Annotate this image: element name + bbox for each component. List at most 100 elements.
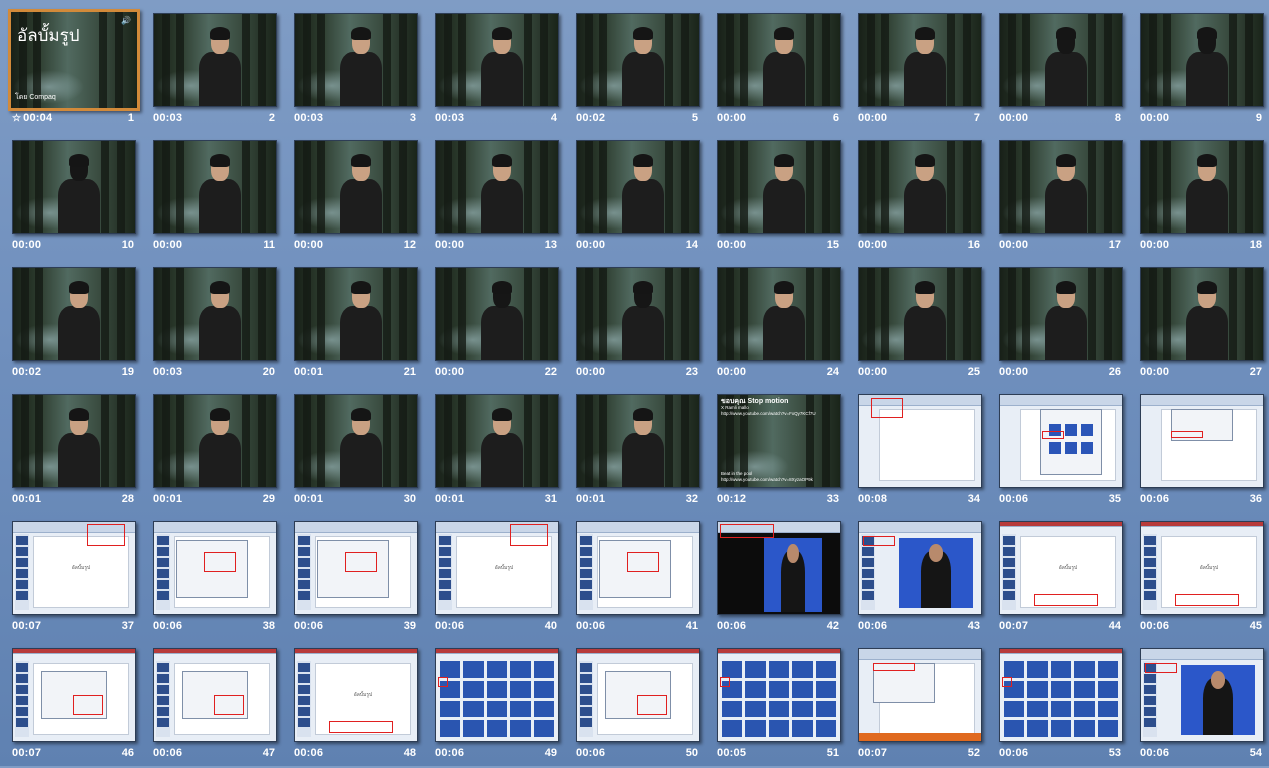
- slide-thumbnail[interactable]: 00:06 43: [858, 521, 999, 641]
- slide-thumbnail[interactable]: 00:00 27: [1140, 267, 1269, 387]
- slide-thumbnail[interactable]: 00:01 28: [12, 394, 153, 514]
- slide-thumbnail[interactable]: 00:00 13: [435, 140, 576, 260]
- slide-preview[interactable]: อัลบั้มรูป: [153, 521, 277, 615]
- slide-preview[interactable]: [435, 140, 559, 234]
- slide-thumbnail[interactable]: 00:06 42: [717, 521, 858, 641]
- slide-thumbnail[interactable]: 00:00 23: [576, 267, 717, 387]
- slide-preview[interactable]: อัลบั้มรูป: [12, 521, 136, 615]
- slide-preview[interactable]: [153, 394, 277, 488]
- slide-preview[interactable]: [12, 394, 136, 488]
- slide-preview[interactable]: [858, 267, 982, 361]
- slide-thumbnail[interactable]: 00:00 12: [294, 140, 435, 260]
- slide-thumbnail[interactable]: 00:02 5: [576, 13, 717, 133]
- slide-thumbnail[interactable]: 00:00 22: [435, 267, 576, 387]
- slide-preview[interactable]: [153, 267, 277, 361]
- slide-thumbnail[interactable]: 00:03 3: [294, 13, 435, 133]
- slide-preview[interactable]: [435, 267, 559, 361]
- slide-preview[interactable]: [717, 140, 841, 234]
- slide-thumbnail[interactable]: 00:06 36: [1140, 394, 1269, 514]
- slide-preview[interactable]: อัลบั้มรูป: [999, 521, 1123, 615]
- slide-preview[interactable]: [576, 648, 700, 742]
- slide-preview[interactable]: [717, 521, 841, 615]
- slide-thumbnail[interactable]: 00:06 47: [153, 648, 294, 768]
- slide-preview[interactable]: [12, 267, 136, 361]
- slide-preview[interactable]: [1140, 394, 1264, 488]
- slide-preview[interactable]: [999, 13, 1123, 107]
- slide-thumbnail[interactable]: อัลบั้มรูป โดย Compaq 🔊 ☆ 00:04 1: [8, 9, 153, 133]
- slide-thumbnail[interactable]: อัลบั้มรูป 00:06 40: [435, 521, 576, 641]
- slide-preview[interactable]: [858, 521, 982, 615]
- slide-thumbnail[interactable]: 00:01 30: [294, 394, 435, 514]
- slide-thumbnail[interactable]: 00:03 4: [435, 13, 576, 133]
- slide-preview[interactable]: อัลบั้มรูป: [294, 648, 418, 742]
- slide-thumbnail[interactable]: 00:01 29: [153, 394, 294, 514]
- slide-thumbnail[interactable]: 00:05 51: [717, 648, 858, 768]
- slide-preview[interactable]: [999, 140, 1123, 234]
- slide-preview[interactable]: อัลบั้มรูป โดย Compaq 🔊: [8, 9, 140, 111]
- slide-thumbnail[interactable]: 00:00 11: [153, 140, 294, 260]
- slide-preview[interactable]: [576, 267, 700, 361]
- slide-preview[interactable]: [12, 648, 136, 742]
- slide-thumbnail[interactable]: 00:06 35: [999, 394, 1140, 514]
- slide-thumbnail[interactable]: 00:07 52: [858, 648, 999, 768]
- slide-preview[interactable]: [294, 394, 418, 488]
- slide-thumbnail[interactable]: 00:00 17: [999, 140, 1140, 260]
- slide-thumbnail[interactable]: อัลบั้มรูป 00:06 39: [294, 521, 435, 641]
- slide-preview[interactable]: [12, 140, 136, 234]
- slide-preview[interactable]: [717, 13, 841, 107]
- slide-preview[interactable]: [435, 394, 559, 488]
- slide-thumbnail[interactable]: อัลบั้มรูป 00:07 44: [999, 521, 1140, 641]
- slide-thumbnail[interactable]: 00:00 14: [576, 140, 717, 260]
- slide-preview[interactable]: [717, 648, 841, 742]
- slide-thumbnail[interactable]: 00:01 31: [435, 394, 576, 514]
- slide-preview[interactable]: [1140, 140, 1264, 234]
- slide-thumbnail[interactable]: 00:00 18: [1140, 140, 1269, 260]
- slide-thumbnail[interactable]: 00:06 49: [435, 648, 576, 768]
- slide-thumbnail[interactable]: 00:00 6: [717, 13, 858, 133]
- slide-preview[interactable]: [576, 13, 700, 107]
- slide-thumbnail[interactable]: 00:06 53: [999, 648, 1140, 768]
- slide-preview[interactable]: [153, 140, 277, 234]
- slide-preview[interactable]: อัลบั้มรูป: [435, 521, 559, 615]
- slide-thumbnail[interactable]: 00:08 34: [858, 394, 999, 514]
- slide-preview[interactable]: [435, 648, 559, 742]
- slide-thumbnail[interactable]: อัลบั้มรูป 00:06 41: [576, 521, 717, 641]
- slide-preview[interactable]: [294, 13, 418, 107]
- slide-preview[interactable]: [576, 394, 700, 488]
- slide-preview[interactable]: ขอบคุณ Stop motion X Ramli mallo http://ww…: [717, 394, 841, 488]
- slide-thumbnail[interactable]: 00:00 15: [717, 140, 858, 260]
- slide-thumbnail[interactable]: ขอบคุณ Stop motion X Ramli mallo http://ww…: [717, 394, 858, 514]
- slide-thumbnail[interactable]: 00:06 54: [1140, 648, 1269, 768]
- slide-thumbnail[interactable]: 00:06 50: [576, 648, 717, 768]
- slide-thumbnail[interactable]: 00:01 21: [294, 267, 435, 387]
- slide-preview[interactable]: [858, 394, 982, 488]
- slide-thumbnail[interactable]: 00:01 32: [576, 394, 717, 514]
- slide-thumbnail[interactable]: 00:00 24: [717, 267, 858, 387]
- slide-thumbnail[interactable]: 00:03 2: [153, 13, 294, 133]
- slide-preview[interactable]: [999, 394, 1123, 488]
- slide-thumbnail[interactable]: อัลบั้มรูป 00:07 37: [12, 521, 153, 641]
- slide-preview[interactable]: อัลบั้มรูป: [1140, 521, 1264, 615]
- slide-preview[interactable]: [435, 13, 559, 107]
- slide-preview[interactable]: [858, 140, 982, 234]
- slide-preview[interactable]: [858, 648, 982, 742]
- slide-thumbnail[interactable]: 00:07 46: [12, 648, 153, 768]
- slide-preview[interactable]: อัลบั้มรูป: [576, 521, 700, 615]
- slide-thumbnail[interactable]: 00:00 9: [1140, 13, 1269, 133]
- slide-thumbnail[interactable]: 00:00 16: [858, 140, 999, 260]
- slide-preview[interactable]: [999, 648, 1123, 742]
- slide-thumbnail[interactable]: 00:00 8: [999, 13, 1140, 133]
- slide-thumbnail[interactable]: 00:03 20: [153, 267, 294, 387]
- slide-preview[interactable]: [576, 140, 700, 234]
- slide-preview[interactable]: [999, 267, 1123, 361]
- slide-thumbnail[interactable]: 00:02 19: [12, 267, 153, 387]
- slide-thumbnail[interactable]: อัลบั้มรูป 00:06 45: [1140, 521, 1269, 641]
- slide-preview[interactable]: [1140, 267, 1264, 361]
- slide-thumbnail[interactable]: อัลบั้มรูป 00:06 38: [153, 521, 294, 641]
- slide-thumbnail[interactable]: 00:00 25: [858, 267, 999, 387]
- slide-preview[interactable]: [858, 13, 982, 107]
- slide-preview[interactable]: [1140, 648, 1264, 742]
- slide-thumbnail[interactable]: 00:00 26: [999, 267, 1140, 387]
- slide-preview[interactable]: [153, 13, 277, 107]
- slide-preview[interactable]: อัลบั้มรูป: [294, 521, 418, 615]
